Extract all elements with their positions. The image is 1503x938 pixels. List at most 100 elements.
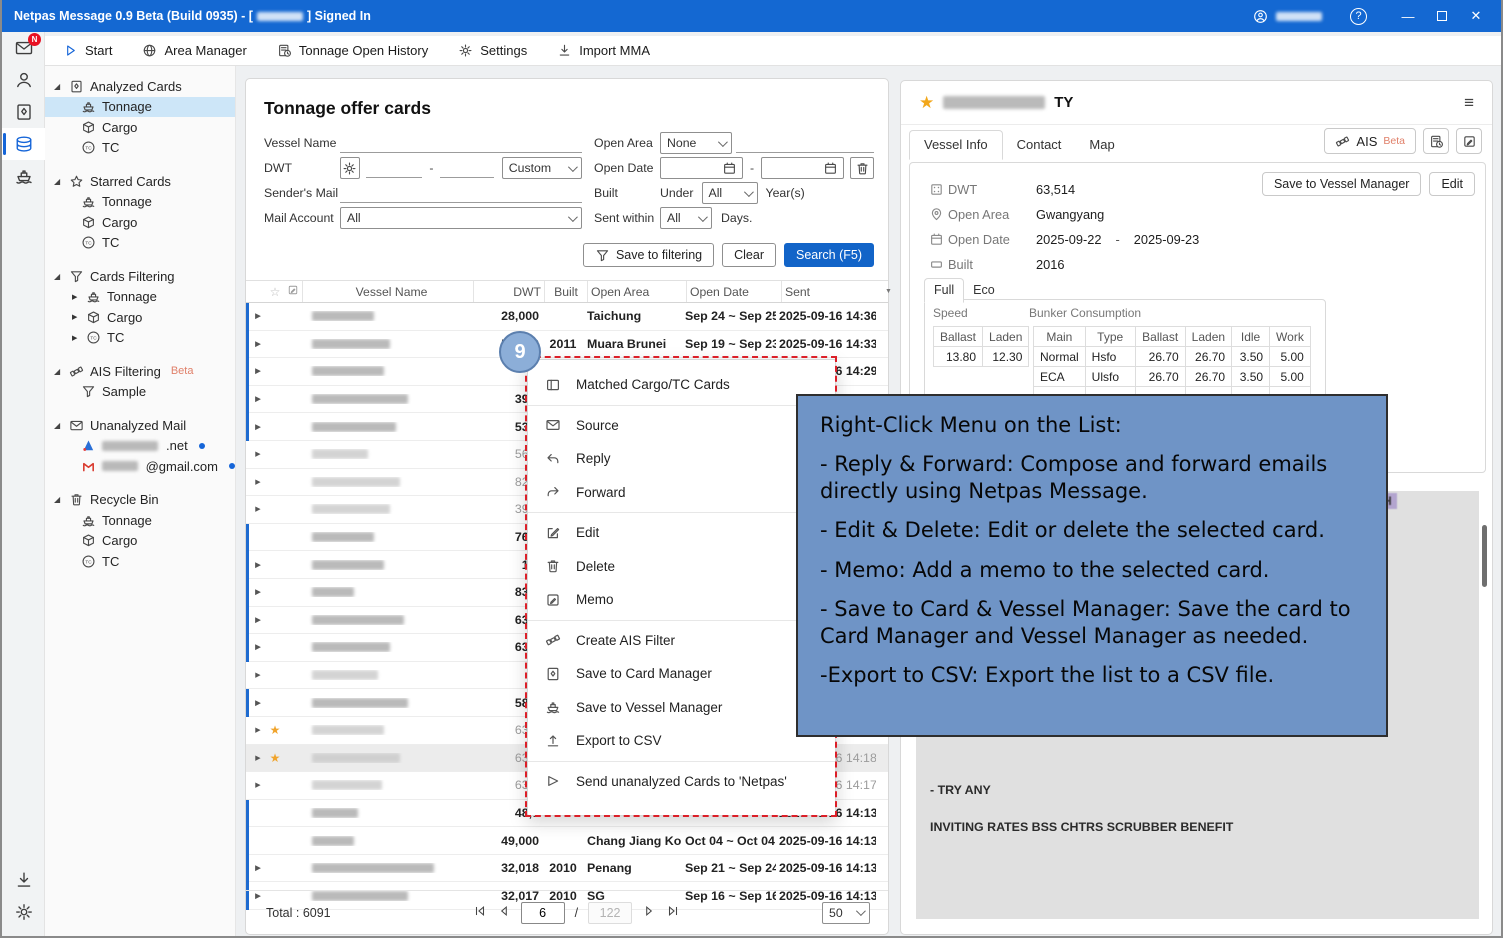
tree-expand-icon[interactable]: ◢: [54, 272, 63, 281]
rail-item-cards-icon[interactable]: [2, 128, 45, 160]
maximize-button[interactable]: [1425, 0, 1459, 32]
menu-item-create-ais-filter[interactable]: Create AIS Filter: [528, 624, 835, 658]
toolbar-item-settings[interactable]: Settings: [458, 43, 527, 58]
menu-item-matched-cargo-tc-cards[interactable]: Matched Cargo/TC Cards: [528, 368, 835, 402]
menu-item-edit[interactable]: Edit: [528, 516, 835, 550]
ais-button[interactable]: AIS Beta: [1324, 128, 1416, 154]
titlebar-user[interactable]: [1253, 9, 1324, 24]
dwt-preset-select[interactable]: Custom: [502, 157, 582, 179]
sidebar-section-ais-filtering[interactable]: ◢AIS FilteringBeta: [45, 361, 235, 382]
menu-item-memo[interactable]: Memo: [528, 583, 835, 617]
dwt-from-input[interactable]: [366, 158, 423, 178]
expand-arrow-icon[interactable]: ▶: [250, 478, 266, 486]
star-column-header[interactable]: ☆: [266, 285, 284, 299]
rail-item-gear-icon[interactable]: [2, 896, 45, 928]
sidebar-section-cards-filtering[interactable]: ◢Cards Filtering: [45, 266, 235, 287]
tree-collapsed-icon[interactable]: ▶: [72, 313, 80, 321]
sidebar-item-cargo[interactable]: Cargo: [45, 117, 235, 138]
tree-expand-icon[interactable]: ◢: [54, 367, 63, 376]
star-icon[interactable]: ★: [266, 751, 284, 765]
last-page-button[interactable]: [666, 904, 680, 921]
menu-item-send-unanalyzed-cards-to-netpas-[interactable]: Send unanalyzed Cards to 'Netpas': [528, 765, 835, 799]
page-size-select[interactable]: 50: [822, 902, 870, 924]
open-date-from-input[interactable]: [660, 157, 743, 179]
sidebar-item-tc[interactable]: TCTC: [45, 551, 235, 572]
menu-item-reply[interactable]: Reply: [528, 442, 835, 476]
tree-collapsed-icon[interactable]: ▶: [72, 334, 80, 342]
rail-item-mail-icon[interactable]: N: [2, 32, 45, 64]
sidebar-item-cargo[interactable]: Cargo: [45, 212, 235, 233]
minimize-button[interactable]: —: [1391, 0, 1425, 32]
tree-collapsed-icon[interactable]: ▶: [72, 293, 80, 301]
rail-item-person-icon[interactable]: [2, 64, 45, 96]
tab-map[interactable]: Map: [1075, 131, 1128, 159]
toolbar-item-import-mma[interactable]: Import MMA: [557, 43, 650, 58]
sidebar-item-tonnage[interactable]: Tonnage: [45, 192, 235, 213]
open-date-to-input[interactable]: [761, 157, 844, 179]
expand-arrow-icon[interactable]: ▶: [250, 312, 266, 320]
edit-button[interactable]: Edit: [1429, 172, 1475, 196]
help-button[interactable]: ?: [1350, 8, 1367, 25]
expand-arrow-icon[interactable]: ▶: [250, 450, 266, 458]
sidebar-item-tc[interactable]: TCTC: [45, 138, 235, 159]
expand-arrow-icon[interactable]: ▶: [250, 588, 266, 596]
sidebar-item-tc[interactable]: TCTC: [45, 233, 235, 254]
toolbar-item-start[interactable]: Start: [63, 43, 112, 58]
star-icon[interactable]: ★: [919, 93, 934, 113]
sidebar-section-recycle-bin[interactable]: ◢Recycle Bin: [45, 490, 235, 511]
expand-arrow-icon[interactable]: ▶: [250, 340, 266, 348]
sidebar-item-tonnage[interactable]: ▶Tonnage: [45, 287, 235, 308]
sidebar-section-analyzed-cards[interactable]: ◢Analyzed Cards: [45, 76, 235, 97]
built-select[interactable]: All: [702, 182, 758, 204]
menu-item-save-to-card-manager[interactable]: Save to Card Manager: [528, 657, 835, 691]
open-date-clear-button[interactable]: [850, 157, 874, 179]
sidebar-item-cargo[interactable]: Cargo: [45, 531, 235, 552]
first-page-button[interactable]: [473, 904, 487, 921]
table-row[interactable]: ▶57,0002011Muara BruneiSep 19 ~ Sep 2320…: [246, 331, 888, 359]
expand-arrow-icon[interactable]: ▶: [250, 699, 266, 707]
sidebar-item-cargo[interactable]: ▶Cargo: [45, 307, 235, 328]
sidebar-item-tc[interactable]: ▶TCTC: [45, 328, 235, 349]
tree-expand-icon[interactable]: ◢: [54, 421, 63, 430]
column-header-sent[interactable]: Sent: [782, 285, 882, 299]
column-header-dwt[interactable]: DWT: [474, 285, 544, 299]
prev-page-button[interactable]: [497, 904, 511, 921]
table-row[interactable]: 49,000Chang Jiang KouOct 04 ~ Oct 042025…: [246, 827, 888, 855]
rail-item-ship-icon[interactable]: [2, 160, 45, 192]
menu-item-save-to-vessel-manager[interactable]: Save to Vessel Manager: [528, 691, 835, 725]
expand-arrow-icon[interactable]: ▶: [250, 505, 266, 513]
dwt-settings-button[interactable]: [340, 157, 360, 179]
sidebar-item-mail-account[interactable]: .net: [45, 436, 235, 457]
dwt-to-input[interactable]: [440, 158, 493, 178]
senders-mail-input[interactable]: [340, 183, 582, 203]
hamburger-menu-icon[interactable]: ≡: [1464, 93, 1474, 113]
table-row[interactable]: ▶28,000TaichungSep 24 ~ Sep 252025-09-16…: [246, 303, 888, 331]
page-input[interactable]: [521, 902, 565, 924]
sidebar-item-tonnage[interactable]: Tonnage: [45, 97, 235, 118]
expand-arrow-icon[interactable]: ▶: [250, 616, 266, 624]
toolbar-item-area-manager[interactable]: Area Manager: [142, 43, 246, 58]
menu-item-forward[interactable]: Forward: [528, 476, 835, 510]
scrollbar-thumb[interactable]: [1482, 525, 1487, 587]
sent-within-select[interactable]: All: [660, 207, 712, 229]
sidebar-section-unanalyzed-mail[interactable]: ◢Unanalyzed Mail: [45, 415, 235, 436]
tree-expand-icon[interactable]: ◢: [54, 82, 63, 91]
menu-item-export-to-csv[interactable]: Export to CSV: [528, 724, 835, 758]
open-history-button[interactable]: [1423, 128, 1449, 154]
next-page-button[interactable]: [642, 904, 656, 921]
star-icon[interactable]: ★: [266, 723, 284, 737]
expand-arrow-icon[interactable]: ▶: [250, 671, 266, 679]
tab-vessel-info[interactable]: Vessel Info: [909, 130, 1003, 160]
clear-button[interactable]: Clear: [722, 243, 776, 267]
save-to-vessel-manager-button[interactable]: Save to Vessel Manager: [1262, 172, 1422, 196]
column-header-vessel-name[interactable]: Vessel Name: [303, 285, 473, 299]
rail-item-card-manager-icon[interactable]: [2, 96, 45, 128]
table-row[interactable]: ▶32,0182010PenangSep 21 ~ Sep 242025-09-…: [246, 855, 888, 883]
close-button[interactable]: ✕: [1459, 0, 1493, 32]
save-to-filtering-button[interactable]: Save to filtering: [583, 243, 714, 267]
expand-arrow-icon[interactable]: ▶: [250, 561, 266, 569]
expand-arrow-icon[interactable]: ▶: [250, 754, 266, 762]
memo-button[interactable]: [1456, 128, 1482, 154]
sidebar-item-mail-account[interactable]: @gmail.com: [45, 456, 235, 477]
expand-arrow-icon[interactable]: ▶: [250, 726, 266, 734]
